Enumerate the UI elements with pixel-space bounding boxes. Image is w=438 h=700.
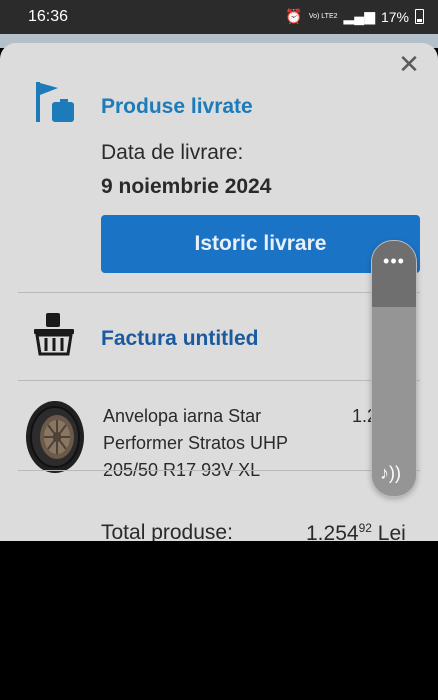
black-area [0, 541, 438, 700]
status-icons: ⏰ Vo) LTE2 ▂▄▆ 17% [285, 8, 424, 25]
battery-percent: 17% [380, 8, 409, 25]
alarm-icon: ⏰ [285, 8, 303, 24]
clock: 16:36 [28, 8, 69, 25]
delivery-date-value: 9 noiembrie 2024 [101, 175, 272, 198]
total-label: Total produse: [101, 521, 233, 541]
tire-icon [26, 401, 84, 473]
delivered-title: Produse livrate [101, 95, 253, 118]
basket-icon [34, 313, 74, 356]
total-currency: Lei [377, 522, 406, 541]
delivery-date-label: Data de livrare: [101, 141, 244, 164]
product-name: Anvelopa iarna Star Performer Stratos UH… [103, 406, 288, 480]
divider [18, 380, 420, 381]
music-note-icon[interactable]: ♪)) [380, 463, 401, 484]
total-cents: 92 [358, 521, 372, 535]
divider [18, 470, 420, 471]
more-dots-icon[interactable]: ••• [372, 251, 416, 272]
battery-icon [415, 9, 424, 24]
total-main: 1.254 [306, 522, 359, 541]
total-value: 1.25492 Lei [306, 521, 406, 541]
divider [18, 292, 420, 293]
volume-panel[interactable]: ••• ♪)) [371, 240, 417, 497]
close-icon[interactable]: ✕ [396, 51, 422, 77]
status-bar: 16:36 ⏰ Vo) LTE2 ▂▄▆ 17% [0, 0, 438, 34]
network-indicator: Vo) LTE2 [308, 13, 338, 20]
invoice-link[interactable]: Factura untitled [101, 327, 259, 351]
flag-box-icon [36, 82, 74, 122]
signal-icon: ▂▄▆ [343, 8, 375, 24]
